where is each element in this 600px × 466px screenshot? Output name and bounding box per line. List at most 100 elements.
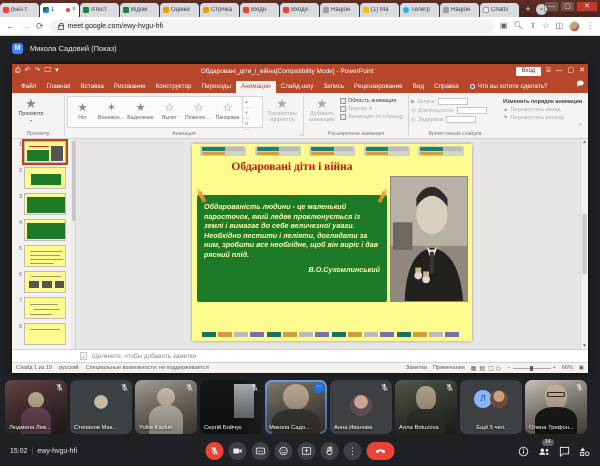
camera-toggle-button[interactable] <box>229 442 247 460</box>
overflow-tile[interactable]: Л Ещё 5 чел. <box>460 380 522 434</box>
tab-transitions[interactable]: Переходы <box>196 81 236 93</box>
tab-design[interactable]: Конструктор <box>151 81 197 93</box>
trigger-button[interactable]: Триггер▾ <box>340 106 404 112</box>
bookmark-star-icon[interactable]: ☆ <box>542 21 549 31</box>
ppt-restore-button[interactable]: ▢ <box>568 65 575 77</box>
close-tab-icon[interactable]: × <box>72 7 76 13</box>
tab-record[interactable]: Запись <box>318 81 349 93</box>
slide-5-thumbnail[interactable] <box>24 245 66 267</box>
share-icon[interactable]: ⇪ <box>530 21 537 31</box>
zoom-slider-knob[interactable] <box>530 366 533 371</box>
browser-tab[interactable]: (1) Ма <box>360 3 399 17</box>
accessibility-status[interactable]: Специальные возможности: не поддерживает… <box>86 365 209 371</box>
participant-tile[interactable]: Степанов Мак... <box>70 380 132 434</box>
tab-review[interactable]: Рецензирование <box>349 81 408 93</box>
browser-tab[interactable]: ChatG <box>480 3 519 17</box>
add-animation-button[interactable]: ★ Добавить анимацию <box>306 95 338 123</box>
slide-thumbnail-item[interactable]: 5 <box>12 243 75 269</box>
slide-4-thumbnail[interactable] <box>24 219 66 241</box>
tab-view[interactable]: Вид <box>408 81 429 93</box>
notes-pane[interactable]: ▴ Щелкните, чтобы добавить заметки <box>12 349 588 362</box>
ribbon-options-icon[interactable]: ⌸ <box>546 65 550 77</box>
activities-icon[interactable] <box>579 446 590 457</box>
slide-scrollbar[interactable]: ▲ ▼ <box>580 139 588 349</box>
reading-view-icon[interactable]: ▢ <box>488 365 494 372</box>
captions-button[interactable] <box>252 442 270 460</box>
animation-emphasis[interactable]: ★Выделение <box>126 97 155 127</box>
collapse-ribbon-icon[interactable]: ⌃ <box>578 123 583 130</box>
tab-slideshow[interactable]: Слайд-шоу <box>276 81 319 93</box>
sukhomlynsky-portrait-photo[interactable] <box>390 176 468 302</box>
browser-tab[interactable]: Оцінки <box>160 3 199 17</box>
browser-menu-icon[interactable]: ⋮ <box>586 21 594 31</box>
slide-thumbnail-item[interactable]: 2 <box>12 165 75 191</box>
slide-title[interactable]: Обдаровані діти і війна <box>202 161 382 173</box>
participant-tile[interactable]: Yuliia Kaplun <box>135 380 197 434</box>
scroll-up-icon[interactable]: ▲ <box>243 97 250 108</box>
participant-tile-presenter[interactable]: ⋯ Микола Садо... <box>265 380 327 434</box>
back-icon[interactable]: ← <box>6 22 15 31</box>
gallery-scrollbar[interactable]: ▲▼☰ <box>242 97 250 127</box>
redo-icon[interactable]: ↷ <box>34 65 40 77</box>
gallery-expand-icon[interactable]: ☰ <box>243 119 250 130</box>
tile-menu-icon[interactable]: ⋯ <box>314 383 324 393</box>
slide-canvas[interactable]: Обдаровані діти і війна Обдарованість лю… <box>192 144 472 341</box>
browser-tab[interactable]: Входя <box>280 3 319 17</box>
scrollbar-thumb[interactable] <box>582 214 587 274</box>
browser-tab[interactable]: Націон <box>440 3 479 17</box>
browser-tab[interactable]: Телегр <box>400 3 439 17</box>
more-options-button[interactable]: ⋮ <box>344 442 362 460</box>
scroll-down-icon[interactable]: ▼ <box>243 108 250 119</box>
tab-help[interactable]: Справка <box>429 81 464 93</box>
slideshow-icon[interactable]: 🖵 <box>44 65 51 77</box>
animation-appear[interactable]: ✶Возникнове... <box>97 97 126 127</box>
thumbnail-scrollbar[interactable] <box>71 139 75 349</box>
tab-draw[interactable]: Рисование <box>109 81 151 93</box>
duration-input[interactable] <box>457 107 487 114</box>
tab-home[interactable]: Главная <box>41 81 75 93</box>
slide-thumbnail-item[interactable]: 3 <box>12 191 75 217</box>
profile-avatar[interactable] <box>569 21 580 32</box>
zoom-level[interactable]: 66% <box>562 365 573 371</box>
language-indicator[interactable]: русский <box>59 365 79 371</box>
zoom-icon[interactable]: 🔍︎ <box>513 21 523 31</box>
animation-none[interactable]: ★Нет <box>68 97 97 127</box>
move-later-button[interactable]: ▼Переместить вперед <box>503 115 586 121</box>
tell-me-box[interactable]: Что вы хотите сделать? <box>464 81 554 93</box>
browser-tab[interactable]: Стрічка <box>200 3 239 17</box>
slide-sorter-icon[interactable]: ▤ <box>479 365 485 372</box>
notes-toggle[interactable]: Заметки <box>406 365 427 371</box>
meeting-details-icon[interactable] <box>518 446 529 457</box>
maximize-window-button[interactable]: ▢ <box>560 1 575 12</box>
quote-text-box[interactable]: Обдарованість людини - це маленький паро… <box>197 195 387 302</box>
side-panel-icon[interactable]: ◫ <box>555 21 563 31</box>
ppt-minimize-button[interactable]: — <box>556 65 563 77</box>
effect-options-button[interactable]: ★ Параметры эффектов <box>263 95 301 128</box>
fit-to-window-icon[interactable]: ▣ <box>579 365 584 371</box>
new-tab-button[interactable]: + <box>522 4 534 16</box>
comments-toggle[interactable]: Примечания <box>433 365 465 371</box>
animation-panorama[interactable]: ☆Панорама <box>213 97 242 127</box>
raise-hand-button[interactable] <box>321 442 339 460</box>
slide-thumbnail-item[interactable]: 8 <box>12 321 75 347</box>
slide-7-thumbnail[interactable] <box>24 297 66 319</box>
participant-tile[interactable]: Людмила Лев... <box>5 380 67 434</box>
zoom-in-icon[interactable]: + <box>553 365 556 371</box>
normal-view-icon[interactable]: ▦ <box>471 365 477 372</box>
chat-icon[interactable] <box>559 446 570 457</box>
cast-icon[interactable]: ▣ <box>500 21 508 31</box>
slide-8-thumbnail[interactable] <box>24 323 66 345</box>
tab-insert[interactable]: Вставка <box>75 81 108 93</box>
slide-thumbnail-item[interactable]: 4 <box>12 217 75 243</box>
slide-thumbnail-item[interactable]: 7 <box>12 295 75 321</box>
animation-pane-button[interactable]: Область анимации <box>340 98 404 104</box>
slide-thumbnail-item[interactable]: 1 <box>12 139 75 165</box>
ppt-close-button[interactable]: ✕ <box>579 65 585 77</box>
reload-icon[interactable]: ⟳ <box>36 22 44 31</box>
preview-button[interactable]: ★ Просмотр ▾ <box>14 95 48 123</box>
participant-tile[interactable]: Сергій Бойчук <box>200 380 262 434</box>
scroll-down-icon[interactable]: ▼ <box>581 343 588 349</box>
slide-2-thumbnail[interactable] <box>24 167 66 189</box>
participant-tile[interactable]: Алла Botuzova <box>395 380 457 434</box>
animation-fly-out[interactable]: ☆Вылет <box>155 97 184 127</box>
